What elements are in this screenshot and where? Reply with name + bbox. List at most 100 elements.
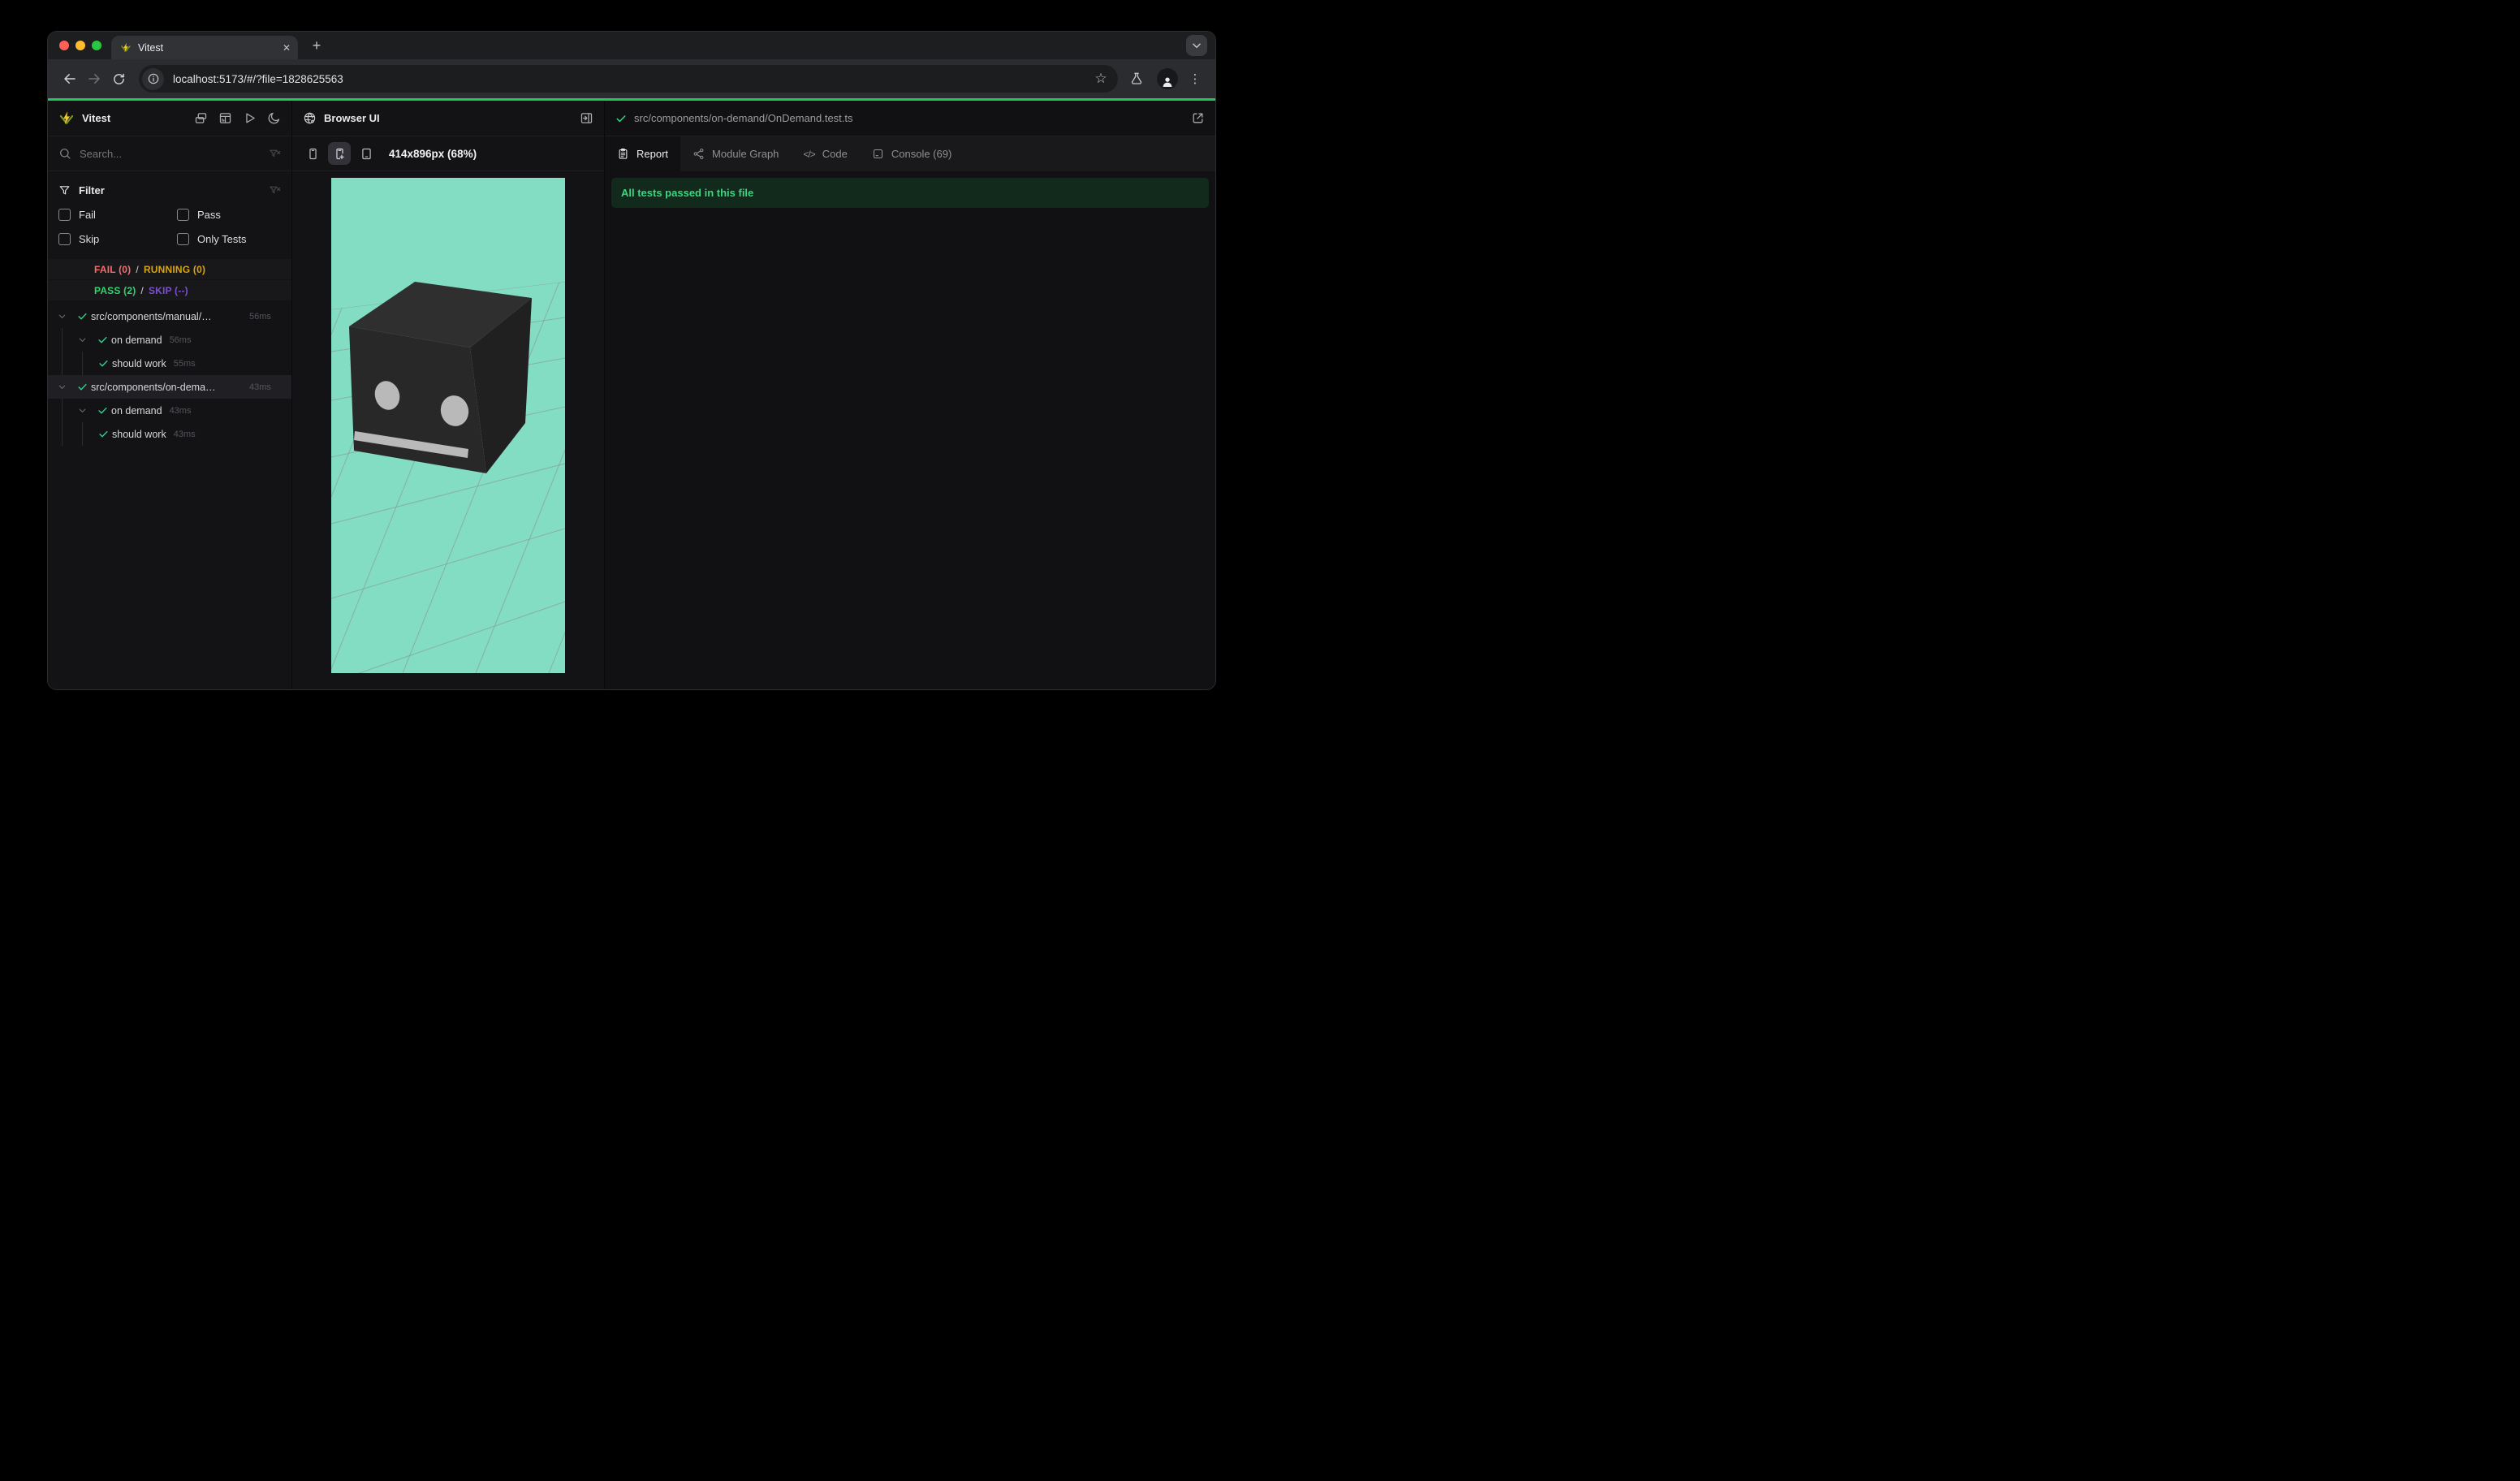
url-text[interactable]: localhost:5173/#/?file=1828625563 xyxy=(173,73,1090,85)
report-header: src/components/on-demand/OnDemand.test.t… xyxy=(605,101,1215,136)
expand-panel-icon[interactable] xyxy=(580,111,593,125)
site-info-icon[interactable] xyxy=(142,67,164,90)
report-content: All tests passed in this file xyxy=(605,171,1215,689)
reload-button[interactable] xyxy=(106,67,131,91)
test-case-row[interactable]: should work 55ms xyxy=(48,352,291,375)
test-duration: 56ms xyxy=(169,335,192,345)
pass-check-icon xyxy=(98,358,109,369)
pass-check-icon xyxy=(98,429,109,439)
back-button[interactable] xyxy=(58,67,82,91)
test-case-name: should work xyxy=(112,428,166,440)
report-panel: src/components/on-demand/OnDemand.test.t… xyxy=(605,101,1215,689)
address-bar[interactable]: localhost:5173/#/?file=1828625563 ☆ xyxy=(139,65,1118,93)
browser-menu-icon[interactable]: ⋮ xyxy=(1188,71,1202,86)
tab-search-button[interactable] xyxy=(1186,35,1207,56)
clear-filter-icon[interactable] xyxy=(269,184,281,196)
minimize-window-button[interactable] xyxy=(76,41,85,50)
tree-guide-line xyxy=(82,422,83,446)
chevron-down-icon[interactable] xyxy=(78,335,87,344)
bookmark-star-icon[interactable]: ☆ xyxy=(1090,68,1111,89)
tree-guide-line xyxy=(62,399,63,422)
tab-close-icon[interactable]: ✕ xyxy=(283,42,291,54)
console-icon xyxy=(872,148,884,160)
preset-small-phone-button[interactable] xyxy=(301,142,324,165)
browser-ui-panel: Browser UI 414x896px (68%) xyxy=(292,101,605,689)
test-duration: 55ms xyxy=(173,358,196,369)
device-viewport[interactable] xyxy=(331,178,565,673)
checkbox-skip[interactable] xyxy=(58,232,71,245)
new-tab-button[interactable]: + xyxy=(306,35,327,56)
filter-option-pass[interactable]: Pass xyxy=(177,202,281,227)
filter-option-fail[interactable]: Fail xyxy=(58,202,177,227)
all-tests-passed-banner: All tests passed in this file xyxy=(611,178,1209,208)
checkbox-fail[interactable] xyxy=(58,208,71,221)
filter-section: Filter Fail Pass Skip Only Tests xyxy=(48,171,291,254)
open-external-icon[interactable] xyxy=(1191,111,1205,125)
tab-module-graph[interactable]: Module Graph xyxy=(680,136,791,171)
module-graph-icon xyxy=(693,148,705,160)
browser-ui-header: Browser UI xyxy=(292,101,604,136)
browser-toolbar: localhost:5173/#/?file=1828625563 ☆ ⋮ xyxy=(48,59,1215,98)
chevron-down-icon[interactable] xyxy=(78,406,87,415)
toolbar-actions: ⋮ xyxy=(1126,68,1207,89)
test-suite-row[interactable]: on demand 43ms xyxy=(48,399,291,422)
profile-avatar[interactable] xyxy=(1157,68,1178,89)
checkbox-only-tests[interactable] xyxy=(177,232,189,245)
test-case-row[interactable]: should work 43ms xyxy=(48,422,291,446)
test-file-path: src/components/on-demand/OnDemand.test.t… xyxy=(634,112,853,124)
pass-check-icon xyxy=(77,382,88,392)
forward-button[interactable] xyxy=(82,67,106,91)
search-input[interactable] xyxy=(80,147,261,160)
tab-console[interactable]: Console (69) xyxy=(860,136,964,171)
close-window-button[interactable] xyxy=(59,41,69,50)
chevron-down-icon[interactable] xyxy=(58,382,67,391)
preset-large-phone-button[interactable] xyxy=(328,142,351,165)
theme-toggle-button[interactable] xyxy=(267,111,281,125)
preset-tablet-button[interactable] xyxy=(355,142,378,165)
dashboard-icon[interactable] xyxy=(218,111,232,125)
test-summary: FAIL (0) / RUNNING (0) PASS (2) / SKIP (… xyxy=(48,259,291,301)
chevron-down-icon[interactable] xyxy=(58,312,67,321)
test-duration: 56ms xyxy=(249,311,271,322)
fullscreen-window-button[interactable] xyxy=(92,41,101,50)
run-all-button[interactable] xyxy=(243,111,257,125)
test-duration: 43ms xyxy=(249,382,271,392)
filter-option-skip[interactable]: Skip xyxy=(58,227,177,251)
viewport-toolbar: 414x896px (68%) xyxy=(292,136,604,171)
viewport-size-label: 414x896px (68%) xyxy=(389,147,477,160)
screen-background: Vitest ✕ + localhost:5173/#/?file=182862… xyxy=(0,0,1260,740)
filter-option-only-tests[interactable]: Only Tests xyxy=(177,227,281,251)
sidebar: Vitest Filter xyxy=(48,101,292,689)
clear-filter-icon[interactable] xyxy=(269,148,281,160)
test-suite-row[interactable]: on demand 56ms xyxy=(48,328,291,352)
test-file-row-selected[interactable]: src/components/on-dema… 43ms xyxy=(48,375,291,399)
browser-tab-vitest[interactable]: Vitest ✕ xyxy=(111,36,298,59)
test-duration: 43ms xyxy=(173,429,196,439)
funnel-icon xyxy=(58,184,71,196)
browser-ui-title: Browser UI xyxy=(324,112,380,124)
vitest-favicon-icon xyxy=(120,42,132,54)
tab-report[interactable]: Report xyxy=(605,136,681,171)
pass-check-icon xyxy=(615,113,627,124)
report-tabs: Report Module Graph </> Code Console (69… xyxy=(605,136,1215,171)
tree-guide-line xyxy=(82,352,83,375)
search-bar xyxy=(48,136,291,171)
app-title: Vitest xyxy=(82,112,111,124)
vitest-ui: Vitest Filter xyxy=(48,101,1215,689)
test-suite-name: on demand xyxy=(111,334,162,346)
test-file-row[interactable]: src/components/manual/… 56ms xyxy=(48,304,291,328)
experiments-flask-icon[interactable] xyxy=(1126,68,1147,89)
viewport-area xyxy=(292,171,604,689)
test-file-name: src/components/manual/… xyxy=(91,310,212,322)
tab-code[interactable]: </> Code xyxy=(791,136,859,171)
collapse-panels-icon[interactable] xyxy=(194,111,208,125)
filter-title: Filter xyxy=(79,184,105,196)
checkbox-pass[interactable] xyxy=(177,208,189,221)
sidebar-actions xyxy=(194,111,281,125)
pass-check-icon xyxy=(97,405,108,416)
test-file-name: src/components/on-dema… xyxy=(91,381,216,393)
pass-check-icon xyxy=(97,335,108,345)
summary-row-fail-running: FAIL (0) / RUNNING (0) xyxy=(48,259,291,279)
test-suite-name: on demand xyxy=(111,404,162,417)
tree-guide-line xyxy=(62,422,63,446)
